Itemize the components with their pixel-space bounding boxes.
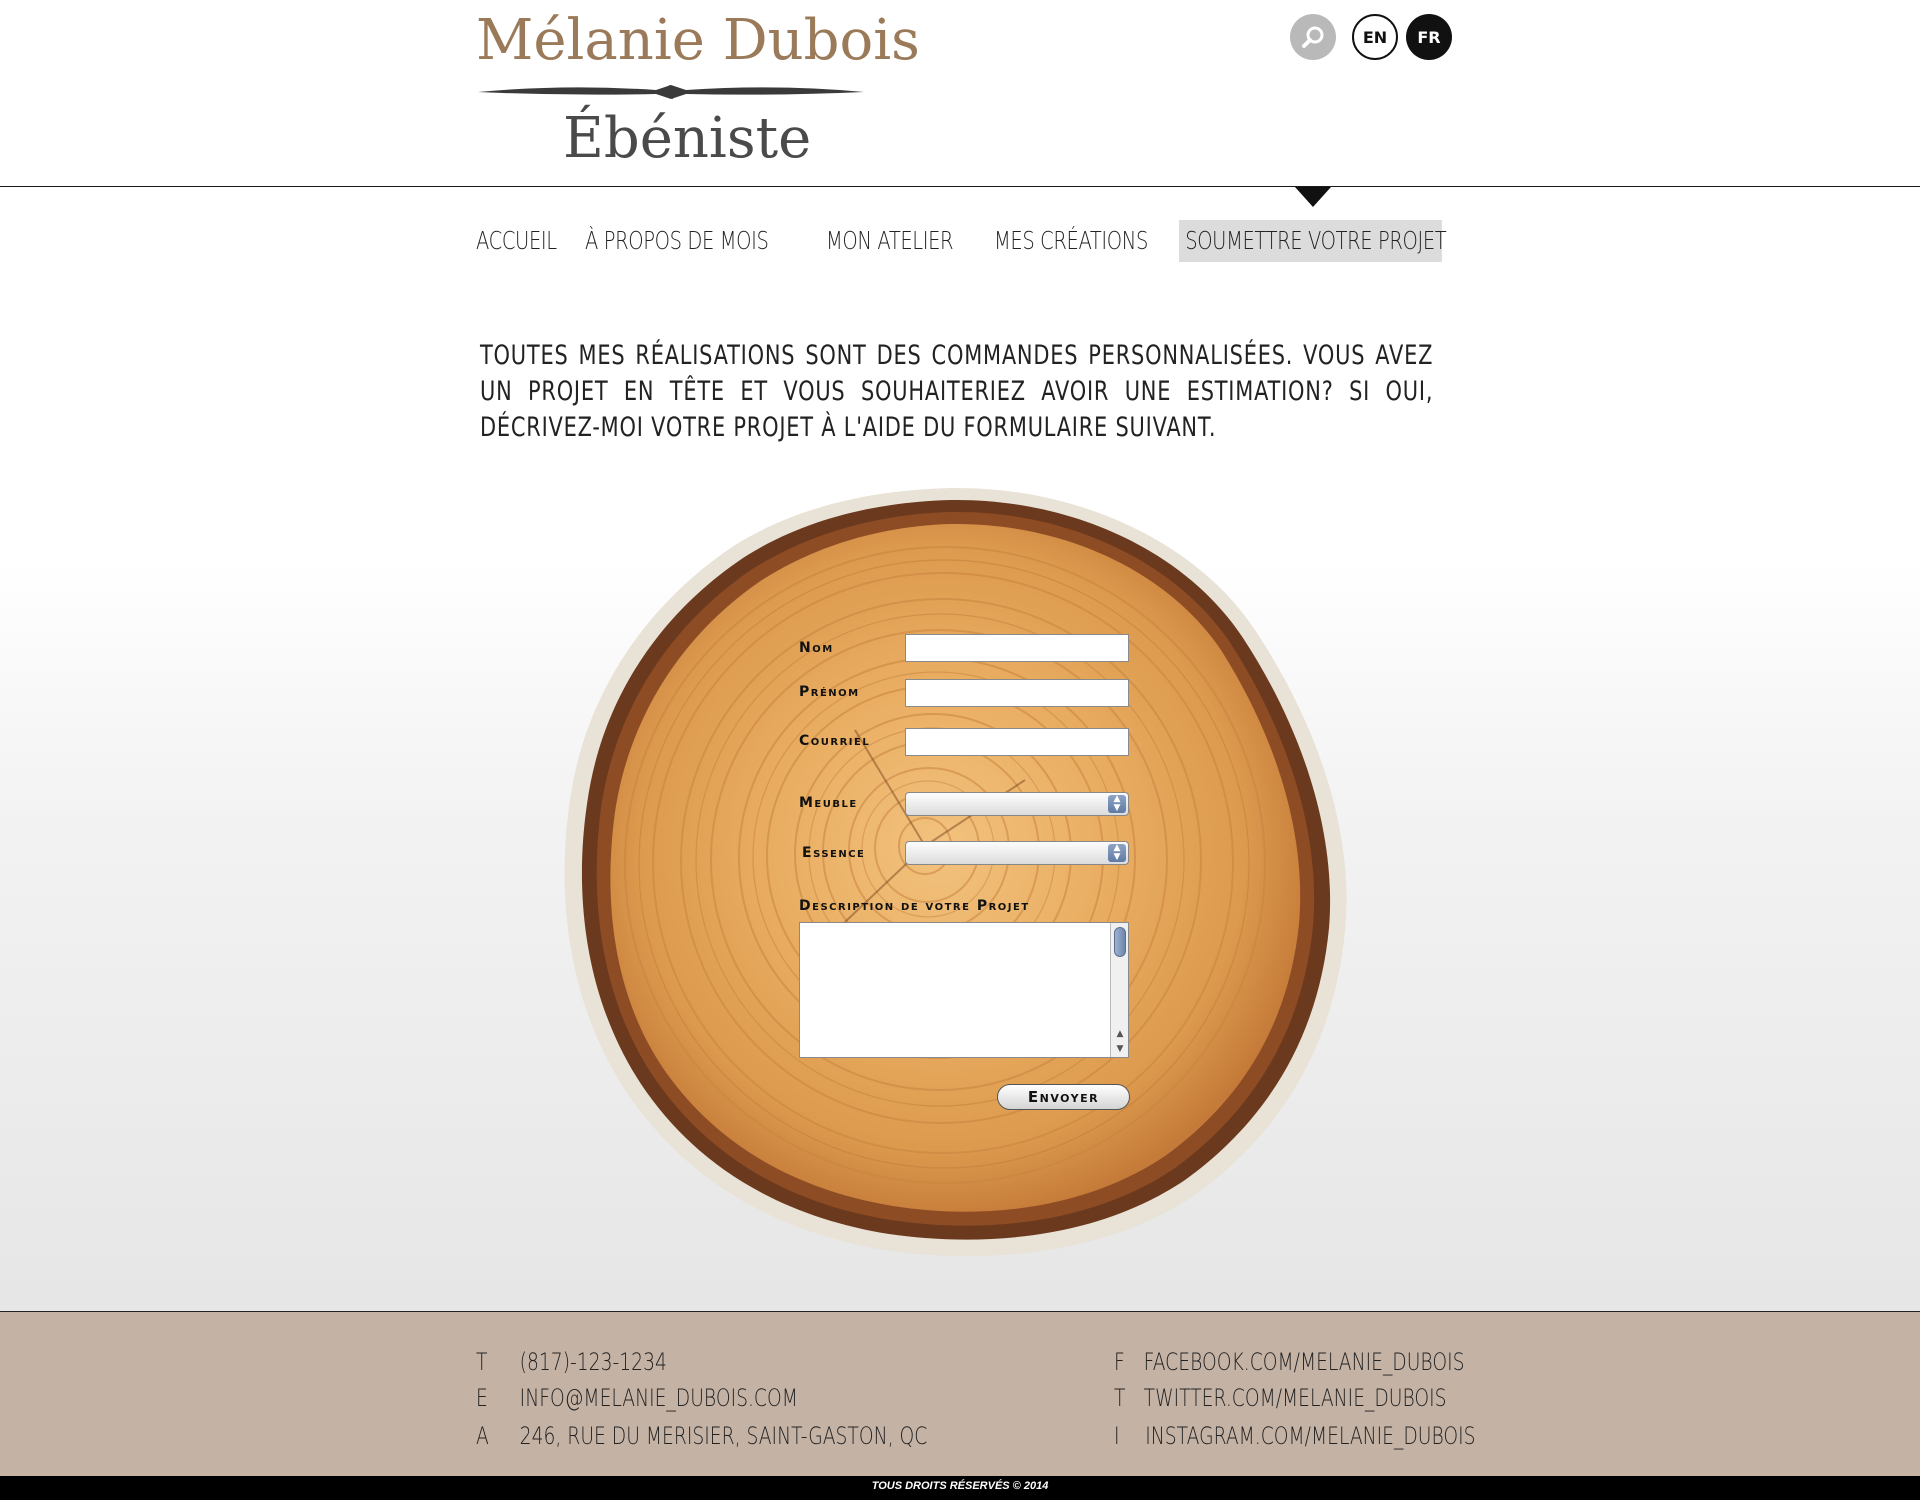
active-nav-pointer-icon bbox=[1295, 187, 1331, 207]
footer-twitter-link[interactable]: twitter.com/melanie_dubois bbox=[1144, 1384, 1447, 1412]
textarea-scrollbar[interactable]: ▲ ▼ bbox=[1110, 923, 1128, 1057]
header-actions: EN FR bbox=[1290, 14, 1452, 60]
site-header: Mélanie Dubois Ébéniste EN FR bbox=[0, 0, 1920, 187]
footer-phone-letter: T bbox=[476, 1348, 488, 1376]
footer-address: A 246, rue du Merisier, Saint-Gaston, QC bbox=[476, 1422, 927, 1450]
footer-address-letter: A bbox=[476, 1422, 489, 1450]
select-stepper-icon: ▲ ▼ bbox=[1108, 795, 1126, 813]
wood-log-image bbox=[555, 480, 1355, 1260]
footer-email-value[interactable]: info@melanie_dubois.com bbox=[520, 1384, 798, 1412]
footer-address-value: 246, rue du Merisier, Saint-Gaston, QC bbox=[519, 1422, 928, 1450]
meuble-select[interactable]: ▲ ▼ bbox=[905, 792, 1129, 816]
intro-text: Toutes mes réalisations sont des command… bbox=[480, 340, 1434, 443]
scrollbar-thumb[interactable] bbox=[1114, 927, 1126, 957]
prenom-label: Prénom bbox=[799, 684, 860, 700]
scroll-down-arrow-icon[interactable]: ▼ bbox=[1111, 1042, 1129, 1056]
footer-instagram-link[interactable]: instagram.com/melanie_dubois bbox=[1145, 1422, 1475, 1450]
footer-facebook: Ffacebook.com/melanie_dubois bbox=[1114, 1348, 1465, 1376]
footer-twitter: Ttwitter.com/melanie_dubois bbox=[1114, 1384, 1447, 1412]
footer-email: Einfo@melanie_dubois.com bbox=[476, 1384, 798, 1412]
footer-instagram-letter: I bbox=[1114, 1422, 1120, 1450]
courriel-input[interactable] bbox=[905, 728, 1129, 756]
copyright-text: TOUS DROITS RÉSERVÉS © 2014 bbox=[871, 1480, 1049, 1492]
nav-item-soumettre-projet[interactable]: SOUMETTRE VOTRE PROJET bbox=[1179, 220, 1447, 262]
scroll-up-arrow-icon[interactable]: ▲ bbox=[1111, 1027, 1129, 1041]
prenom-input[interactable] bbox=[905, 679, 1129, 707]
nav-item-accueil[interactable]: ACCUEIL bbox=[476, 220, 557, 262]
brand-name[interactable]: Mélanie Dubois bbox=[476, 8, 920, 73]
header-divider bbox=[0, 186, 1920, 187]
brand-subtitle: Ébéniste bbox=[563, 106, 812, 171]
submit-button[interactable]: Envoyer bbox=[997, 1084, 1130, 1110]
select-stepper-icon: ▲ ▼ bbox=[1108, 844, 1126, 862]
footer-facebook-letter: F bbox=[1114, 1348, 1125, 1376]
lang-en-button[interactable]: EN bbox=[1352, 14, 1398, 60]
footer-phone-value[interactable]: (817)-123-1234 bbox=[520, 1348, 667, 1376]
footer-facebook-link[interactable]: facebook.com/melanie_dubois bbox=[1144, 1348, 1465, 1376]
brand-ornament-divider bbox=[478, 84, 864, 100]
description-label: Description de votre Projet bbox=[799, 898, 1030, 914]
essence-label: Essence bbox=[802, 845, 866, 861]
footer-twitter-letter: T bbox=[1114, 1384, 1126, 1412]
courriel-label: Courriel bbox=[799, 733, 871, 749]
nav-item-mon-atelier[interactable]: MON ATELIER bbox=[826, 220, 954, 262]
nom-input[interactable] bbox=[905, 634, 1129, 662]
meuble-label: Meuble bbox=[799, 795, 858, 811]
nom-label: Nom bbox=[799, 640, 834, 656]
site-footer: T (817)-123-1234 Einfo@melanie_dubois.com… bbox=[0, 1311, 1920, 1476]
nav-item-a-propos[interactable]: À PROPOS DE MOIS bbox=[585, 220, 769, 262]
lang-fr-button[interactable]: FR bbox=[1406, 14, 1452, 60]
description-textarea[interactable]: ▲ ▼ bbox=[799, 922, 1129, 1058]
essence-select[interactable]: ▲ ▼ bbox=[905, 841, 1129, 865]
main-nav: ACCUEIL À PROPOS DE MOIS MON ATELIER MES… bbox=[0, 220, 1920, 262]
footer-email-letter: E bbox=[476, 1384, 488, 1412]
nav-item-mes-creations[interactable]: MES CRÉATIONS bbox=[994, 220, 1148, 262]
wood-log-illustration bbox=[564, 487, 1347, 1257]
search-button[interactable] bbox=[1290, 14, 1336, 60]
footer-phone: T (817)-123-1234 bbox=[476, 1348, 667, 1376]
search-icon bbox=[1302, 26, 1324, 48]
footer-instagram: Iinstagram.com/melanie_dubois bbox=[1114, 1422, 1476, 1450]
